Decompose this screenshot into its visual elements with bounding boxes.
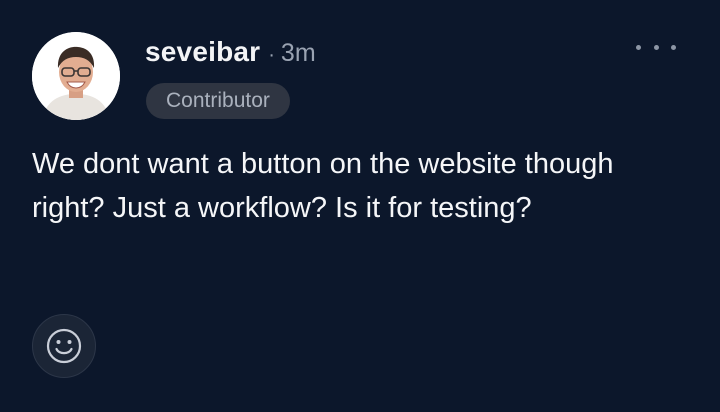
avatar[interactable] — [32, 32, 120, 120]
avatar-photo — [32, 32, 120, 120]
author-line: seveibar · 3m — [145, 36, 316, 72]
comment-text: We dont want a button on the website tho… — [32, 148, 614, 224]
username[interactable]: seveibar — [145, 36, 260, 68]
comment-card: seveibar · 3m Contributor We dont want a… — [0, 0, 720, 412]
more-horizontal-icon — [671, 44, 676, 50]
more-options-button[interactable] — [636, 36, 676, 58]
smiley-face-icon — [46, 328, 82, 364]
timestamp[interactable]: 3m — [281, 39, 316, 68]
more-horizontal-icon — [653, 44, 659, 50]
more-horizontal-icon — [636, 44, 641, 50]
separator: · — [268, 44, 275, 66]
role-badge: Contributor — [146, 83, 290, 119]
add-reaction-button[interactable] — [32, 314, 96, 378]
